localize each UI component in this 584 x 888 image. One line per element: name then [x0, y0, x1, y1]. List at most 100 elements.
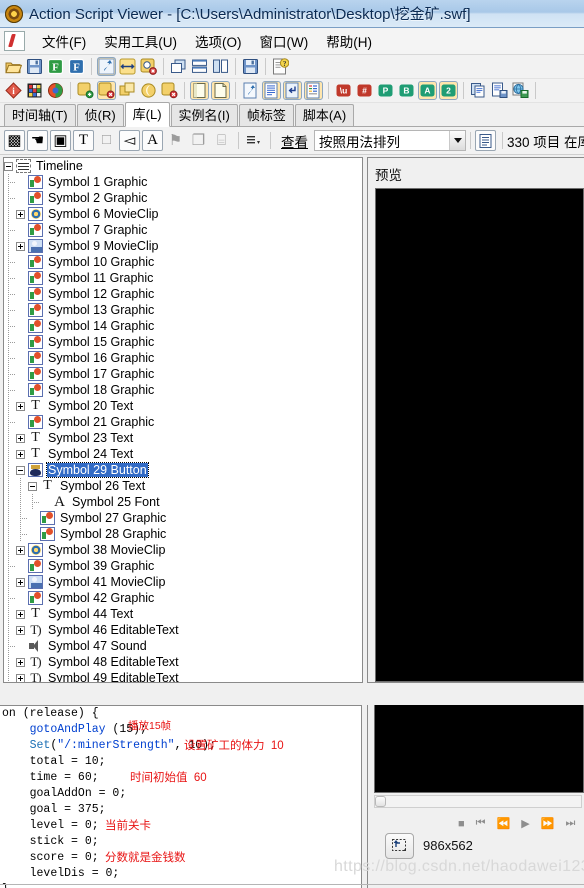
binary-button[interactable]: ⌸	[211, 130, 232, 151]
expand-plus-icon[interactable]	[16, 577, 25, 587]
export-image-delete-icon[interactable]	[97, 81, 116, 100]
fast-forward-button[interactable]: ⏩	[541, 817, 555, 830]
expand-plus-icon[interactable]	[16, 449, 25, 459]
tree-item[interactable]: T Symbol 20 Text	[4, 398, 362, 414]
hash-icon[interactable]: #	[355, 81, 374, 100]
shape-delete-icon[interactable]	[160, 81, 179, 100]
sort-list-icon[interactable]	[243, 130, 264, 151]
expand-plus-icon[interactable]	[16, 209, 25, 219]
tab-frame-label[interactable]: 帧标签	[238, 104, 294, 126]
collapse-minus-icon[interactable]	[28, 481, 37, 491]
select-shape-button[interactable]: ▩	[4, 130, 25, 151]
tree-item[interactable]: Symbol 28 Graphic	[4, 526, 362, 542]
action-script-icon[interactable]	[97, 57, 116, 76]
expand-plus-icon[interactable]	[16, 673, 25, 682]
tree-item-selected[interactable]: Symbol 29 Button	[4, 462, 362, 478]
expand-plus-icon[interactable]	[16, 657, 25, 667]
globe-save-icon[interactable]	[511, 81, 530, 100]
tree-item[interactable]: Symbol 9 MovieClip	[4, 238, 362, 254]
save-report-icon[interactable]	[241, 57, 260, 76]
help-document-icon[interactable]: ?	[271, 57, 290, 76]
two-badge-icon[interactable]: 2	[439, 81, 458, 100]
list-lines-icon[interactable]	[262, 81, 281, 100]
export-f-green-icon[interactable]: F	[46, 57, 65, 76]
export-f-blue-icon[interactable]: F	[67, 57, 86, 76]
expand-plus-icon[interactable]	[16, 241, 25, 251]
fit-to-window-icon[interactable]	[385, 833, 414, 859]
expand-plus-icon[interactable]	[16, 625, 25, 635]
shape-overlap-icon[interactable]	[118, 81, 137, 100]
tree-item[interactable]: Symbol 16 Graphic	[4, 350, 362, 366]
tree-item[interactable]: Symbol 21 Graphic	[4, 414, 362, 430]
color-grid-icon[interactable]	[25, 81, 44, 100]
tree-item[interactable]: Symbol 10 Graphic	[4, 254, 362, 270]
stop-button[interactable]: ■	[458, 818, 465, 830]
preview-stage-lower[interactable]	[374, 705, 584, 793]
tree-item[interactable]: Symbol 38 MovieClip	[4, 542, 362, 558]
tree-item[interactable]: T Symbol 23 Text	[4, 430, 362, 446]
open-folder-icon[interactable]	[4, 57, 23, 76]
tree-item[interactable]: Symbol 14 Graphic	[4, 318, 362, 334]
menu-help[interactable]: 帮助(H)	[317, 29, 381, 53]
library-tree[interactable]: Timeline Symbol 1 Graphic Symbol 2 Graphic…	[3, 157, 363, 683]
page-white-icon[interactable]	[190, 81, 209, 100]
p-badge-icon[interactable]: P	[376, 81, 395, 100]
tree-item[interactable]: T Symbol 44 Text	[4, 606, 362, 622]
tile-vertical-icon[interactable]	[211, 57, 230, 76]
cascade-windows-icon[interactable]	[169, 57, 188, 76]
copy-icon[interactable]	[469, 81, 488, 100]
report-color-icon[interactable]	[304, 81, 323, 100]
actionscript-code-panel[interactable]: on (release) { gotoAndPlay (15); 播放15帧 Se…	[0, 705, 362, 888]
tree-item[interactable]: T) Symbol 46 EditableText	[4, 622, 362, 638]
sound-button[interactable]: ◅	[119, 130, 140, 151]
tile-horizontal-icon[interactable]	[190, 57, 209, 76]
info-diamond-icon[interactable]: i	[4, 81, 23, 100]
save-icon[interactable]	[25, 57, 44, 76]
gradient-circle-icon[interactable]	[46, 81, 65, 100]
b-badge-icon[interactable]: B	[397, 81, 416, 100]
last-frame-button[interactable]: ⏭	[565, 817, 575, 830]
tab-timeline[interactable]: 时间轴(T)	[4, 104, 76, 126]
tree-item[interactable]: Symbol 7 Graphic	[4, 222, 362, 238]
resize-arrows-icon[interactable]	[118, 57, 137, 76]
tree-item[interactable]: Symbol 6 MovieClip	[4, 206, 362, 222]
tree-item[interactable]: Symbol 39 Graphic	[4, 558, 362, 574]
tree-item[interactable]: Symbol 41 MovieClip	[4, 574, 362, 590]
moon-circle-icon[interactable]	[139, 81, 158, 100]
expand-plus-icon[interactable]	[16, 609, 25, 619]
first-frame-button[interactable]: ⏮	[476, 817, 486, 830]
tree-item[interactable]: T) Symbol 48 EditableText	[4, 654, 362, 670]
tab-detect[interactable]: 侦(R)	[76, 104, 124, 126]
scrollbar-thumb[interactable]	[375, 796, 386, 807]
duplicate-button[interactable]: ❐	[188, 130, 209, 151]
tab-library[interactable]: 库(L)	[124, 102, 170, 127]
tree-item[interactable]: T Symbol 24 Text	[4, 446, 362, 462]
tree-item[interactable]: Symbol 42 Graphic	[4, 590, 362, 606]
tree-item[interactable]: Symbol 17 Graphic	[4, 366, 362, 382]
font-button[interactable]: A	[142, 130, 163, 151]
collapse-minus-icon[interactable]	[4, 161, 13, 171]
chevron-down-icon[interactable]	[449, 131, 465, 150]
tree-item[interactable]: Timeline	[4, 158, 362, 174]
tree-item[interactable]: T) Symbol 49 EditableText	[4, 670, 362, 682]
tab-script[interactable]: 脚本(A)	[294, 104, 355, 126]
page-curl-icon[interactable]	[211, 81, 230, 100]
tree-item[interactable]: Symbol 11 Graphic	[4, 270, 362, 286]
tree-item[interactable]: T Symbol 26 Text	[4, 478, 362, 494]
script-edit-icon[interactable]	[241, 81, 260, 100]
tree-item[interactable]: Symbol 18 Graphic	[4, 382, 362, 398]
enter-arrow-icon[interactable]	[283, 81, 302, 100]
sort-order-select[interactable]: 按照用法排列	[314, 130, 466, 151]
button-symbol-button[interactable]: □	[96, 130, 117, 151]
a-badge-icon[interactable]: A	[418, 81, 437, 100]
rewind-button[interactable]: ⏪	[497, 817, 511, 830]
tree-item[interactable]: Symbol 15 Graphic	[4, 334, 362, 350]
tree-item[interactable]: Symbol 12 Graphic	[4, 286, 362, 302]
menu-tools[interactable]: 实用工具(U)	[95, 29, 186, 53]
pin-button[interactable]: ⚑	[165, 130, 186, 151]
hand-button[interactable]: ☚	[27, 130, 48, 151]
tree-item[interactable]: Symbol 2 Graphic	[4, 190, 362, 206]
menu-file[interactable]: 文件(F)	[33, 29, 95, 53]
tree-item[interactable]: Symbol 1 Graphic	[4, 174, 362, 190]
collapse-minus-icon[interactable]	[16, 465, 25, 475]
